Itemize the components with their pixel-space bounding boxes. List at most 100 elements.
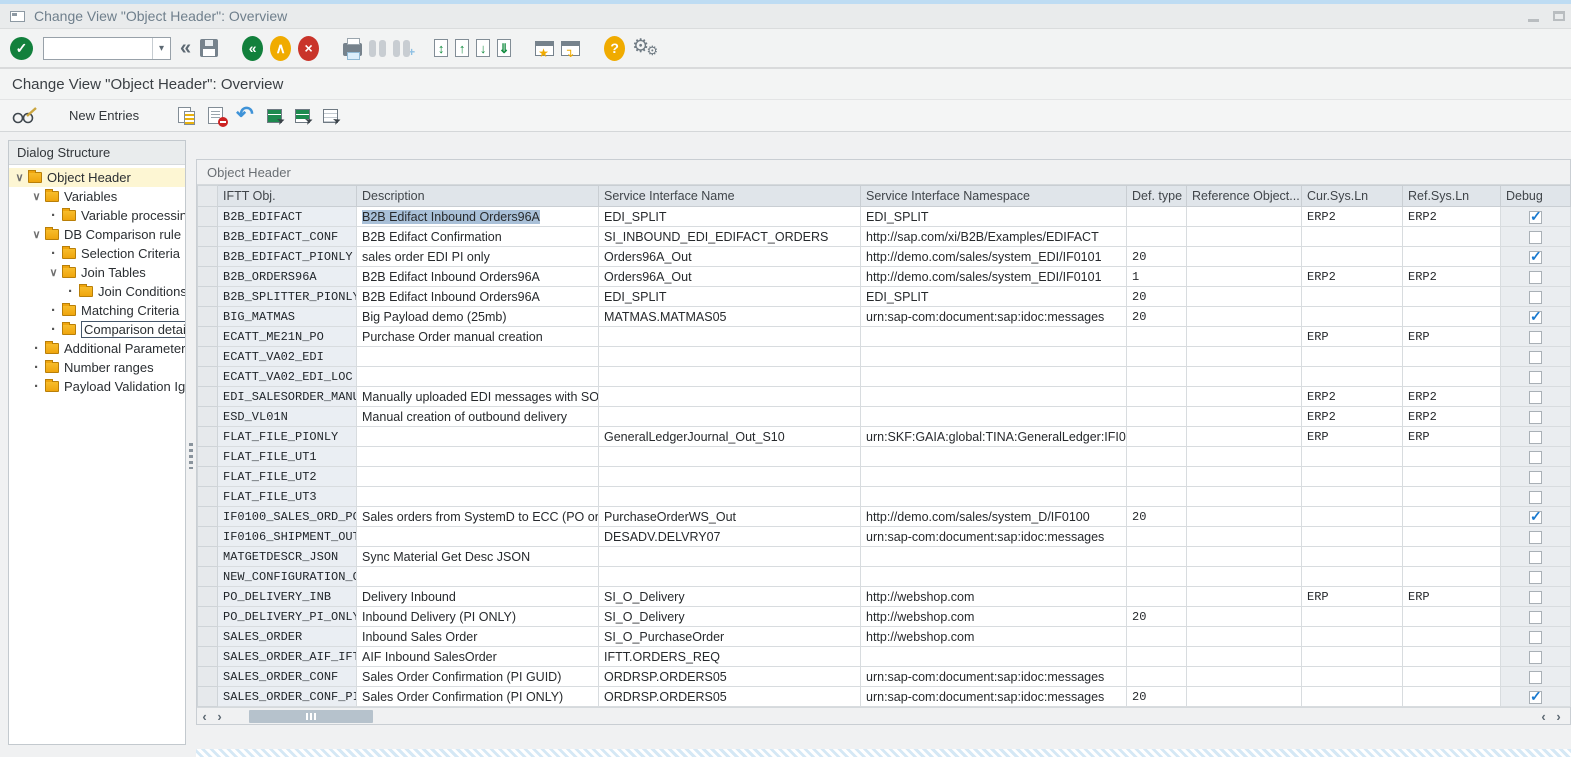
debug-checkbox[interactable] bbox=[1529, 491, 1542, 504]
cell-debug[interactable] bbox=[1501, 407, 1571, 427]
cancel-button[interactable]: × bbox=[298, 36, 319, 61]
cell-obj[interactable]: SALES_ORDER_CONF bbox=[218, 667, 357, 687]
cell-obj[interactable]: B2B_SPLITTER_PIONLY bbox=[218, 287, 357, 307]
cell-obj[interactable]: IF0106_SHIPMENT_OUT… bbox=[218, 527, 357, 547]
enter-button[interactable]: ✓ bbox=[10, 37, 33, 60]
cell-ref_obj[interactable] bbox=[1187, 207, 1302, 227]
cell-ref_obj[interactable] bbox=[1187, 307, 1302, 327]
cell-desc[interactable] bbox=[357, 447, 599, 467]
cell-cur_sys[interactable] bbox=[1302, 227, 1403, 247]
delete-entries-button[interactable] bbox=[208, 107, 223, 124]
row-selector[interactable] bbox=[198, 467, 218, 487]
maximize-icon[interactable] bbox=[1553, 11, 1565, 21]
debug-checkbox[interactable] bbox=[1529, 571, 1542, 584]
cell-si_name[interactable]: MATMAS.MATMAS05 bbox=[599, 307, 861, 327]
cell-desc[interactable] bbox=[357, 567, 599, 587]
minimize-icon[interactable] bbox=[1528, 19, 1539, 22]
cell-def_type[interactable] bbox=[1127, 647, 1187, 667]
debug-checkbox[interactable] bbox=[1529, 271, 1542, 284]
cell-si_ns[interactable]: EDI_SPLIT bbox=[861, 207, 1127, 227]
cell-def_type[interactable] bbox=[1127, 487, 1187, 507]
cell-ref_sys[interactable] bbox=[1403, 647, 1501, 667]
collapse-toolbar-icon[interactable]: « bbox=[178, 38, 193, 58]
cell-si_ns[interactable] bbox=[861, 387, 1127, 407]
cell-si_name[interactable]: IFTT.ORDERS_REQ bbox=[599, 647, 861, 667]
cell-si_ns[interactable] bbox=[861, 547, 1127, 567]
cell-def_type[interactable] bbox=[1127, 367, 1187, 387]
cell-cur_sys[interactable] bbox=[1302, 367, 1403, 387]
cell-obj[interactable]: FLAT_FILE_UT1 bbox=[218, 447, 357, 467]
cell-ref_sys[interactable] bbox=[1403, 347, 1501, 367]
cell-debug[interactable] bbox=[1501, 387, 1571, 407]
cell-si_ns[interactable]: urn:sap-com:document:sap:idoc:messages bbox=[861, 307, 1127, 327]
last-page-button[interactable]: ⇓ bbox=[497, 39, 511, 57]
cell-def_type[interactable] bbox=[1127, 407, 1187, 427]
cell-si_name[interactable]: Orders96A_Out bbox=[599, 247, 861, 267]
row-selector[interactable] bbox=[198, 687, 218, 707]
cell-debug[interactable] bbox=[1501, 647, 1571, 667]
debug-checkbox[interactable] bbox=[1529, 431, 1542, 444]
cell-desc[interactable]: Inbound Sales Order bbox=[357, 627, 599, 647]
cell-ref_obj[interactable] bbox=[1187, 607, 1302, 627]
horizontal-scrollbar[interactable]: ‹ › ‹ › bbox=[197, 707, 1570, 724]
cell-def_type[interactable]: 20 bbox=[1127, 607, 1187, 627]
debug-checkbox[interactable] bbox=[1529, 351, 1542, 364]
cell-cur_sys[interactable] bbox=[1302, 467, 1403, 487]
chevron-down-icon[interactable]: ∨ bbox=[47, 266, 60, 279]
cell-ref_obj[interactable] bbox=[1187, 567, 1302, 587]
cell-debug[interactable] bbox=[1501, 547, 1571, 567]
exit-button[interactable]: ∧ bbox=[270, 36, 291, 61]
cell-def_type[interactable] bbox=[1127, 227, 1187, 247]
cell-ref_obj[interactable] bbox=[1187, 647, 1302, 667]
debug-checkbox[interactable] bbox=[1529, 631, 1542, 644]
cell-cur_sys[interactable] bbox=[1302, 647, 1403, 667]
page-down-button[interactable]: ↓ bbox=[476, 39, 490, 57]
debug-checkbox[interactable] bbox=[1529, 291, 1542, 304]
select-block-button[interactable]: ➤ bbox=[295, 109, 310, 123]
cell-si_name[interactable] bbox=[599, 547, 861, 567]
cell-ref_sys[interactable] bbox=[1403, 547, 1501, 567]
row-selector[interactable] bbox=[198, 427, 218, 447]
cell-desc[interactable]: Delivery Inbound bbox=[357, 587, 599, 607]
display-change-toggle-icon[interactable] bbox=[12, 107, 38, 125]
row-selector[interactable] bbox=[198, 387, 218, 407]
cell-ref_sys[interactable] bbox=[1403, 607, 1501, 627]
cell-obj[interactable]: EDI_SALESORDER_MANU bbox=[218, 387, 357, 407]
cell-cur_sys[interactable]: ERP bbox=[1302, 427, 1403, 447]
debug-checkbox[interactable] bbox=[1529, 531, 1542, 544]
cell-si_ns[interactable]: http://webshop.com bbox=[861, 627, 1127, 647]
cell-si_name[interactable]: ORDRSP.ORDERS05 bbox=[599, 667, 861, 687]
cell-cur_sys[interactable] bbox=[1302, 567, 1403, 587]
cell-si_ns[interactable] bbox=[861, 487, 1127, 507]
tree-item-join-conditions[interactable]: ·Join Conditions bbox=[9, 282, 185, 301]
cell-desc[interactable] bbox=[357, 467, 599, 487]
cell-si_ns[interactable]: http://demo.com/sales/system_EDI/IF0101 bbox=[861, 267, 1127, 287]
cell-si_name[interactable] bbox=[599, 567, 861, 587]
debug-checkbox[interactable] bbox=[1529, 451, 1542, 464]
cell-cur_sys[interactable]: ERP bbox=[1302, 587, 1403, 607]
tree-item-variable-processing[interactable]: ·Variable processing bbox=[9, 206, 185, 225]
cell-obj[interactable]: NEW_CONFIGURATION_O… bbox=[218, 567, 357, 587]
cell-ref_obj[interactable] bbox=[1187, 447, 1302, 467]
cell-obj[interactable]: B2B_EDIFACT bbox=[218, 207, 357, 227]
cell-ref_sys[interactable] bbox=[1403, 227, 1501, 247]
cell-ref_obj[interactable] bbox=[1187, 587, 1302, 607]
debug-checkbox[interactable] bbox=[1529, 511, 1542, 524]
cell-si_name[interactable]: PurchaseOrderWS_Out bbox=[599, 507, 861, 527]
scrollbar-thumb[interactable] bbox=[249, 710, 373, 723]
cell-desc[interactable] bbox=[357, 347, 599, 367]
cell-desc[interactable]: sales order EDI PI only bbox=[357, 247, 599, 267]
cell-debug[interactable] bbox=[1501, 227, 1571, 247]
row-selector[interactable] bbox=[198, 367, 218, 387]
cell-si_name[interactable]: Orders96A_Out bbox=[599, 267, 861, 287]
cell-ref_obj[interactable] bbox=[1187, 367, 1302, 387]
deselect-all-button[interactable]: ➤ bbox=[323, 109, 338, 123]
debug-checkbox[interactable] bbox=[1529, 551, 1542, 564]
cell-si_ns[interactable]: http://demo.com/sales/system_D/IF0100 bbox=[861, 507, 1127, 527]
print-button[interactable] bbox=[343, 43, 362, 56]
row-selector[interactable] bbox=[198, 287, 218, 307]
cell-ref_sys[interactable]: ERP2 bbox=[1403, 267, 1501, 287]
cell-cur_sys[interactable] bbox=[1302, 247, 1403, 267]
cell-si_ns[interactable]: urn:sap-com:document:sap:idoc:messages bbox=[861, 667, 1127, 687]
row-selector[interactable] bbox=[198, 607, 218, 627]
